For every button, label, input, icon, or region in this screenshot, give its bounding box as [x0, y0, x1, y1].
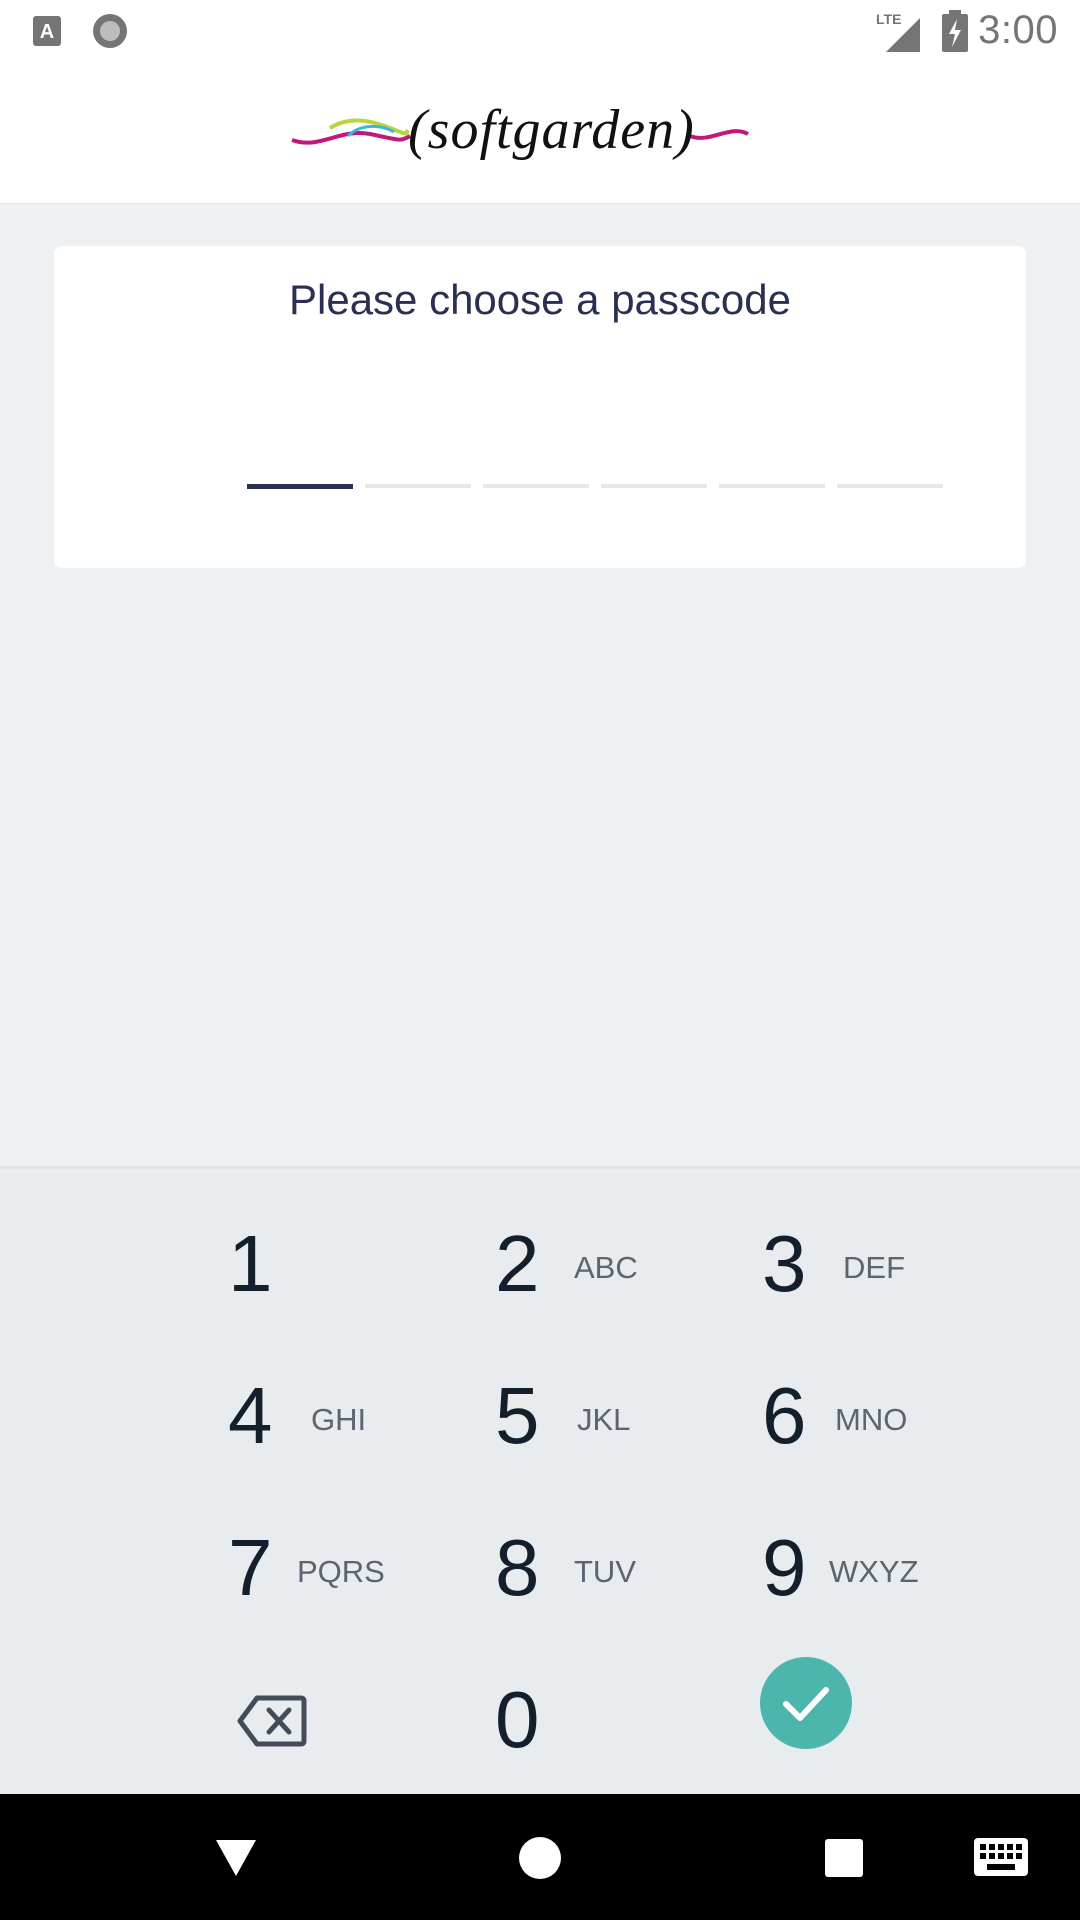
- battery-charging-icon: [942, 10, 968, 52]
- key-digit: 6: [762, 1371, 807, 1460]
- svg-text:A: A: [40, 21, 54, 43]
- recents-icon[interactable]: [824, 1838, 864, 1878]
- delete-button[interactable]: [205, 1674, 465, 1814]
- key-digit: 9: [762, 1523, 807, 1612]
- key-digit: 7: [228, 1523, 273, 1612]
- key-2[interactable]: 2 ABC: [472, 1218, 732, 1358]
- key-digit: 4: [228, 1371, 273, 1460]
- key-letters: ABC: [574, 1250, 638, 1285]
- keyboard-icon[interactable]: [974, 1838, 1028, 1876]
- key-6[interactable]: 6 MNO: [739, 1370, 999, 1510]
- key-digit: 3: [762, 1219, 807, 1308]
- backspace-icon: [237, 1695, 307, 1747]
- passcode-slot: [719, 484, 825, 488]
- key-letters: GHI: [311, 1402, 367, 1437]
- key-3[interactable]: 3 DEF: [739, 1218, 999, 1358]
- confirm-button[interactable]: [760, 1657, 852, 1749]
- key-8[interactable]: 8 TUV: [472, 1522, 732, 1662]
- key-5[interactable]: 5 JKL: [472, 1370, 732, 1510]
- key-digit: 2: [495, 1219, 540, 1308]
- key-letters: TUV: [574, 1554, 636, 1589]
- key-0[interactable]: 0: [472, 1674, 732, 1814]
- back-icon[interactable]: [214, 1838, 258, 1878]
- network-label: LTE: [876, 11, 901, 27]
- status-bar: A LTE 3:00: [0, 0, 1080, 63]
- key-4[interactable]: 4 GHI: [205, 1370, 465, 1510]
- passcode-slot: [247, 484, 353, 489]
- home-icon[interactable]: [518, 1836, 562, 1880]
- status-time: 3:00: [978, 8, 1058, 52]
- key-letters: DEF: [843, 1250, 905, 1285]
- key-digit: 0: [495, 1675, 540, 1764]
- key-digit: 5: [495, 1371, 540, 1460]
- passcode-slot: [601, 484, 707, 488]
- passcode-slot: [365, 484, 471, 488]
- passcode-title: Please choose a passcode: [288, 276, 791, 323]
- key-9[interactable]: 9 WXYZ: [739, 1522, 999, 1662]
- key-digit: 8: [495, 1523, 540, 1612]
- softgarden-logo: (softgarden): [290, 98, 750, 178]
- passcode-slot: [483, 484, 589, 488]
- key-1[interactable]: 1: [205, 1218, 465, 1358]
- key-digit: 1: [228, 1219, 273, 1308]
- check-icon: [783, 1687, 829, 1721]
- system-nav-bar: [0, 1794, 1080, 1920]
- key-7[interactable]: 7 PQRS: [205, 1522, 465, 1662]
- circle-notification-icon: [93, 14, 127, 48]
- passcode-card: Please choose a passcode: [54, 246, 1026, 568]
- logo-text: (softgarden): [408, 99, 695, 161]
- app-notification-icon: A: [33, 16, 61, 46]
- passcode-slot: [837, 484, 943, 488]
- key-letters: MNO: [835, 1402, 908, 1437]
- app-header: (softgarden): [0, 63, 1080, 204]
- key-letters: JKL: [577, 1402, 631, 1437]
- key-letters: WXYZ: [829, 1554, 919, 1589]
- signal-icon: LTE: [876, 11, 920, 52]
- key-letters: PQRS: [297, 1554, 385, 1589]
